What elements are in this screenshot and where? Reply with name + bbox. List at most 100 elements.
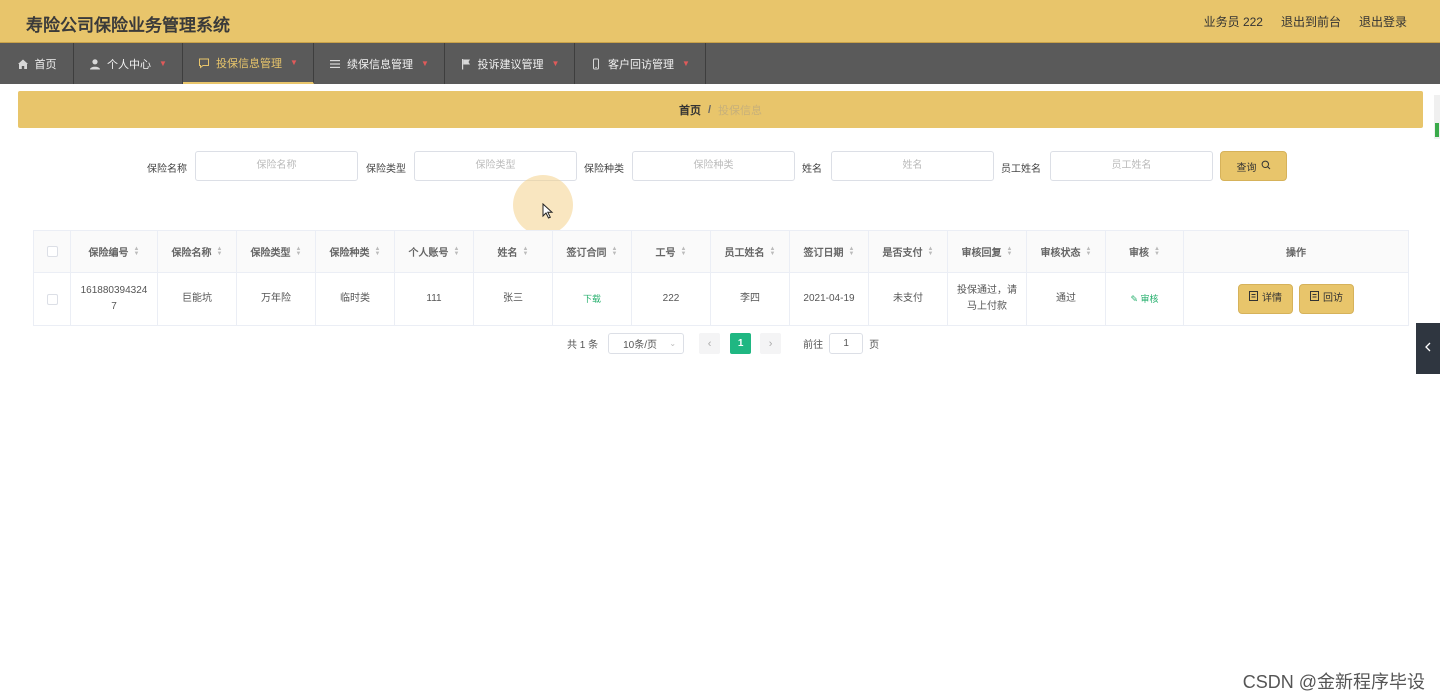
- edit-icon: ✎: [1130, 294, 1141, 304]
- col-label: 审核状态: [1040, 248, 1081, 259]
- col-label: 操作: [1286, 248, 1306, 259]
- chevron-down-icon: ⌄: [669, 339, 677, 348]
- col-header-contract[interactable]: 签订合同 ▲ ▼: [553, 231, 632, 272]
- sort-icon[interactable]: ▲ ▼: [1086, 246, 1092, 257]
- sort-icon[interactable]: ▲ ▼: [1154, 246, 1160, 257]
- cell-staff-name: 李四: [711, 273, 790, 325]
- nav-item-customer-visit[interactable]: 客户回访管理 ▼: [575, 43, 706, 84]
- nav-item-renewal-info[interactable]: 续保信息管理 ▼: [314, 43, 445, 84]
- col-header-account[interactable]: 个人账号 ▲ ▼: [395, 231, 474, 272]
- next-page-button[interactable]: ›: [760, 333, 782, 354]
- chevron-left-icon: ‹: [707, 337, 712, 350]
- col-label: 姓名: [497, 248, 518, 259]
- visit-button[interactable]: 回访: [1299, 284, 1354, 314]
- col-label: 保险种类: [329, 248, 370, 259]
- nav-item-policy-info[interactable]: 投保信息管理 ▼: [183, 43, 314, 84]
- search-button[interactable]: 查询: [1220, 151, 1287, 181]
- table-header-row: 保险编号 ▲ ▼ 保险名称 ▲ ▼ 保险类型 ▲ ▼ 保险种类 ▲ ▼ 个人账号 ▲ ▼ 姓名 ▲ ▼ …: [34, 231, 1408, 273]
- home-icon: [17, 58, 29, 70]
- sort-icon[interactable]: ▲ ▼: [217, 246, 223, 257]
- col-header-name[interactable]: 姓名 ▲ ▼: [474, 231, 553, 272]
- nav-item-home[interactable]: 首页: [0, 43, 74, 84]
- staff-name-input[interactable]: 员工姓名: [1050, 151, 1213, 181]
- select-all-cell: [34, 231, 71, 272]
- col-header-review[interactable]: 审核 ▲ ▼: [1106, 231, 1184, 272]
- col-header-insurance-name[interactable]: 保险名称 ▲ ▼: [158, 231, 237, 272]
- chevron-down-icon: ▼: [421, 59, 429, 68]
- review-link[interactable]: ✎ 审核: [1130, 291, 1158, 307]
- col-header-review-status[interactable]: 审核状态 ▲ ▼: [1027, 231, 1106, 272]
- page-size-select[interactable]: 10条/页 ⌄: [608, 333, 685, 354]
- nav-label-customer-visit: 客户回访管理: [608, 58, 675, 71]
- search-form: 保险名称 保险名称 保险类型 保险类型 保险种类 保险种类 姓名 姓名 员工姓名…: [0, 151, 1440, 181]
- side-panel-toggle[interactable]: [1416, 323, 1440, 374]
- col-header-staff-no[interactable]: 工号 ▲ ▼: [632, 231, 711, 272]
- sort-icon[interactable]: ▲ ▼: [134, 246, 140, 257]
- col-header-review-reply[interactable]: 审核回复 ▲ ▼: [948, 231, 1027, 272]
- insurance-name-input[interactable]: 保险名称: [195, 151, 358, 181]
- col-label: 签订日期: [803, 248, 844, 259]
- breadcrumb: 首页 / 投保信息: [18, 91, 1423, 128]
- search-label-insurance-name: 保险名称: [147, 164, 187, 175]
- select-all-checkbox[interactable]: [46, 246, 58, 257]
- name-input[interactable]: 姓名: [831, 151, 994, 181]
- cell-review-reply: 投保通过，请马上付款: [948, 273, 1027, 325]
- sort-icon[interactable]: ▲ ▼: [1007, 246, 1013, 257]
- search-label-staff-name: 员工姓名: [1001, 164, 1041, 175]
- nav-item-complaints[interactable]: 投诉建议管理 ▼: [445, 43, 575, 84]
- prev-page-button[interactable]: ‹: [699, 333, 721, 354]
- detail-button-label: 详情: [1262, 293, 1282, 304]
- message-icon: [198, 57, 210, 69]
- col-header-policy-no[interactable]: 保险编号 ▲ ▼: [71, 231, 158, 272]
- scrollbar-thumb[interactable]: [1434, 95, 1440, 139]
- col-header-insurance-kind[interactable]: 保险种类 ▲ ▼: [316, 231, 395, 272]
- sort-icon[interactable]: ▲ ▼: [523, 246, 529, 257]
- sort-icon[interactable]: ▲ ▼: [770, 246, 776, 257]
- chevron-left-icon: [1424, 342, 1432, 355]
- phone-icon: [590, 58, 602, 70]
- cell-sign-date: 2021-04-19: [790, 273, 869, 325]
- sort-icon[interactable]: ▲ ▼: [454, 246, 460, 257]
- col-header-insurance-type[interactable]: 保险类型 ▲ ▼: [237, 231, 316, 272]
- cell-account: 111: [395, 273, 474, 325]
- goto-label: 前往: [803, 340, 824, 351]
- cell-name: 张三: [474, 273, 553, 325]
- nav-label-policy-info: 投保信息管理: [216, 57, 283, 70]
- pagination: 共 1 条 10条/页 ⌄ ‹ 1 › 前往 1 页: [567, 333, 879, 354]
- breadcrumb-separator: /: [707, 103, 712, 116]
- row-checkbox[interactable]: [46, 293, 58, 305]
- goto-page-input[interactable]: 1: [829, 333, 864, 354]
- chevron-right-icon: ›: [768, 337, 773, 350]
- sort-icon[interactable]: ▲ ▼: [928, 246, 934, 257]
- nav-item-personal-center[interactable]: 个人中心 ▼: [74, 43, 183, 84]
- sort-icon[interactable]: ▲ ▼: [612, 246, 618, 257]
- top-header: 寿险公司保险业务管理系统 业务员 222 退出到前台 退出登录: [0, 0, 1440, 43]
- page-number-current[interactable]: 1: [730, 333, 752, 354]
- cell-insurance-type: 万年险: [237, 273, 316, 325]
- document-icon: [1310, 291, 1319, 307]
- insurance-kind-input[interactable]: 保险种类: [632, 151, 795, 181]
- sort-icon[interactable]: ▲ ▼: [375, 246, 381, 257]
- col-header-paid[interactable]: 是否支付 ▲ ▼: [869, 231, 948, 272]
- col-header-staff-name[interactable]: 员工姓名 ▲ ▼: [711, 231, 790, 272]
- cell-paid: 未支付: [869, 273, 948, 325]
- cell-insurance-kind: 临时类: [316, 273, 395, 325]
- sort-icon[interactable]: ▲ ▼: [296, 246, 302, 257]
- contract-download-link[interactable]: 下载: [583, 291, 601, 307]
- breadcrumb-home[interactable]: 首页: [679, 102, 701, 118]
- cell-actions: 详情 回访: [1184, 273, 1408, 325]
- col-header-sign-date[interactable]: 签订日期 ▲ ▼: [790, 231, 869, 272]
- sort-icon[interactable]: ▲ ▼: [849, 246, 855, 257]
- search-label-insurance-type: 保险类型: [366, 164, 406, 175]
- back-to-front-link[interactable]: 退出到前台: [1281, 13, 1341, 30]
- logout-link[interactable]: 退出登录: [1359, 13, 1407, 30]
- sort-icon[interactable]: ▲ ▼: [681, 246, 687, 257]
- col-label: 保险类型: [250, 248, 291, 259]
- col-label: 保险编号: [88, 248, 129, 259]
- col-label: 审核回复: [961, 248, 1002, 259]
- search-label-name: 姓名: [802, 164, 822, 175]
- col-label: 是否支付: [882, 248, 923, 259]
- chevron-down-icon: ▼: [551, 59, 560, 68]
- detail-button[interactable]: 详情: [1238, 284, 1293, 314]
- watermark: CSDN @金新程序毕设: [1242, 672, 1425, 692]
